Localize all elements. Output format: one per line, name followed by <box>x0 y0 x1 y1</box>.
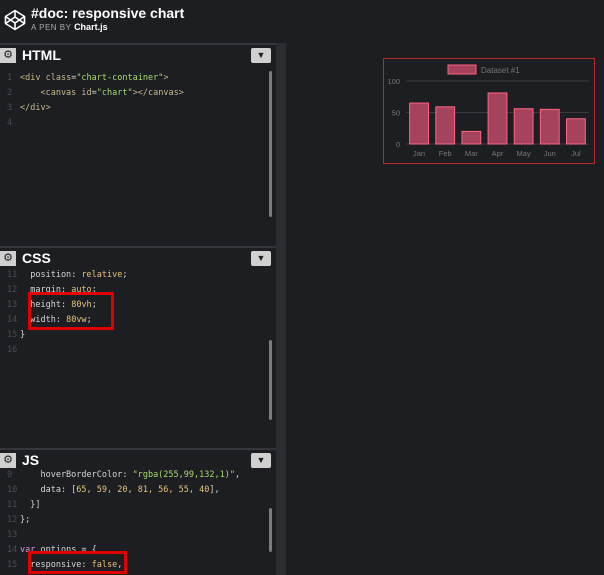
code-token: class <box>45 73 72 83</box>
line-number: 13 <box>7 530 18 540</box>
code-line[interactable]: 9 hoverBorderColor: "rgba(255,99,132,1)"… <box>0 468 276 483</box>
pen-author-link[interactable]: Chart.js <box>74 22 108 32</box>
code-line[interactable]: 11 position: relative; <box>0 268 276 283</box>
y-tick-label: 100 <box>387 77 400 86</box>
js-responsive-highlight <box>28 551 127 574</box>
line-number: 11 <box>7 270 18 280</box>
line-number: 14 <box>7 545 18 555</box>
code-token: } <box>20 330 26 340</box>
bar <box>487 92 508 145</box>
html-editor: ⚙ HTML ▼ 1 <div class="chart-container"> 2… <box>0 43 276 245</box>
code-line[interactable]: 15} <box>0 328 276 343</box>
css-editor-title: CSS <box>22 250 51 266</box>
pen-header: #doc: responsive chart A PEN BY Chart.js <box>0 0 604 40</box>
css-editor-header: ⚙ CSS ▼ <box>0 246 276 268</box>
code-token: }] <box>20 500 41 510</box>
line-number: 9 <box>7 470 13 480</box>
code-line[interactable]: 2 <canvas id="chart"></canvas> <box>0 86 276 101</box>
line-number: 15 <box>7 330 18 340</box>
x-tick-label: Apr <box>492 149 504 158</box>
chevron-down-icon[interactable]: ▼ <box>251 251 271 266</box>
code-token: ></canvas> <box>132 88 184 98</box>
code-token: : <box>71 270 82 280</box>
chevron-down-icon[interactable]: ▼ <box>251 48 271 63</box>
code-token: id <box>81 88 92 98</box>
code-token: , <box>234 470 241 480</box>
css-scrollbar[interactable] <box>269 340 272 420</box>
html-scrollbar[interactable] <box>269 71 272 217</box>
code-token: "chart" <box>96 88 133 98</box>
code-line[interactable]: 1 <div class="chart-container"> <box>0 71 276 86</box>
code-token: <div <box>20 73 46 83</box>
bar <box>409 102 429 145</box>
line-number: 14 <box>7 315 18 325</box>
code-token: <canvas <box>20 88 82 98</box>
x-tick-label: Feb <box>439 149 452 158</box>
x-tick-label: Jan <box>413 149 425 158</box>
code-line[interactable]: 16 <box>0 343 276 358</box>
code-line[interactable]: 12}; <box>0 513 276 528</box>
pen-author-line: A PEN BY Chart.js <box>31 22 108 32</box>
line-number: 16 <box>7 345 18 355</box>
chevron-down-icon[interactable]: ▼ <box>251 453 271 468</box>
gear-icon[interactable]: ⚙ <box>0 48 16 63</box>
html-editor-header: ⚙ HTML ▼ <box>0 43 276 65</box>
html-code-area[interactable]: 1 <div class="chart-container"> 2 <canvas … <box>0 65 276 245</box>
css-editor: ⚙ CSS ▼ 11 position: relative; 12 margin:… <box>0 246 276 446</box>
x-tick-label: May <box>517 149 531 158</box>
bar <box>513 108 534 145</box>
code-token: data: [ <box>20 485 77 495</box>
line-number: 12 <box>7 515 18 525</box>
gear-icon[interactable]: ⚙ <box>0 453 16 468</box>
line-number: 11 <box>7 500 18 510</box>
code-line[interactable]: 13 <box>0 528 276 543</box>
x-tick-label: Jun <box>544 149 556 158</box>
code-line[interactable]: 10 data: [65, 59, 20, 81, 56, 55, 40], <box>0 483 276 498</box>
code-token: "rgba(255,99,132,1)" <box>132 470 235 480</box>
line-number: 4 <box>7 118 13 128</box>
code-token: relative <box>81 270 123 280</box>
js-editor-title: JS <box>22 452 40 468</box>
legend-swatch <box>447 64 477 75</box>
bar <box>539 108 560 145</box>
css-height-width-highlight <box>28 292 114 330</box>
code-token: ; <box>122 270 128 280</box>
code-line[interactable]: 4 <box>0 116 276 131</box>
pen-title[interactable]: #doc: responsive chart <box>31 5 184 21</box>
line-number: 3 <box>7 103 13 113</box>
x-tick-label: Mar <box>465 149 478 158</box>
js-editor-header: ⚙ JS ▼ <box>0 448 276 470</box>
chart-container: Dataset #1 0 50 100 Jan Feb Mar Apr May Jun Jul <box>383 58 595 164</box>
bar <box>461 130 482 145</box>
legend-label: Dataset #1 <box>481 66 520 75</box>
line-number: 10 <box>7 485 18 495</box>
code-token: 65, 59, 20, 81, 56, 55, 40 <box>76 485 210 495</box>
code-line[interactable]: 11 }] <box>0 498 276 513</box>
bar <box>435 106 456 145</box>
code-token: hoverBorderColor: <box>20 470 133 480</box>
code-token: > <box>163 73 169 83</box>
y-tick-label: 50 <box>392 109 400 118</box>
code-token: position <box>20 270 72 280</box>
x-tick-label: Jul <box>571 149 581 158</box>
code-line[interactable]: 3 </div> <box>0 101 276 116</box>
line-number: 2 <box>7 88 13 98</box>
bar <box>566 118 586 145</box>
code-token: }; <box>20 515 31 525</box>
code-token: "chart-container" <box>76 73 164 83</box>
gear-icon[interactable]: ⚙ <box>0 251 16 266</box>
html-editor-title: HTML <box>22 47 61 63</box>
line-number: 12 <box>7 285 18 295</box>
codepen-logo-icon[interactable] <box>4 9 26 31</box>
pen-by-label: A PEN BY <box>31 23 72 32</box>
line-number: 1 <box>7 73 13 83</box>
code-token: ], <box>209 485 220 495</box>
js-scrollbar[interactable] <box>269 508 272 552</box>
line-number: 15 <box>7 560 18 570</box>
pane-resizer[interactable] <box>276 43 286 575</box>
y-tick-label: 0 <box>396 140 400 149</box>
code-token: </div> <box>20 103 51 113</box>
bar-chart[interactable]: Dataset #1 0 50 100 Jan Feb Mar Apr May Jun Jul <box>384 59 594 163</box>
line-number: 13 <box>7 300 18 310</box>
